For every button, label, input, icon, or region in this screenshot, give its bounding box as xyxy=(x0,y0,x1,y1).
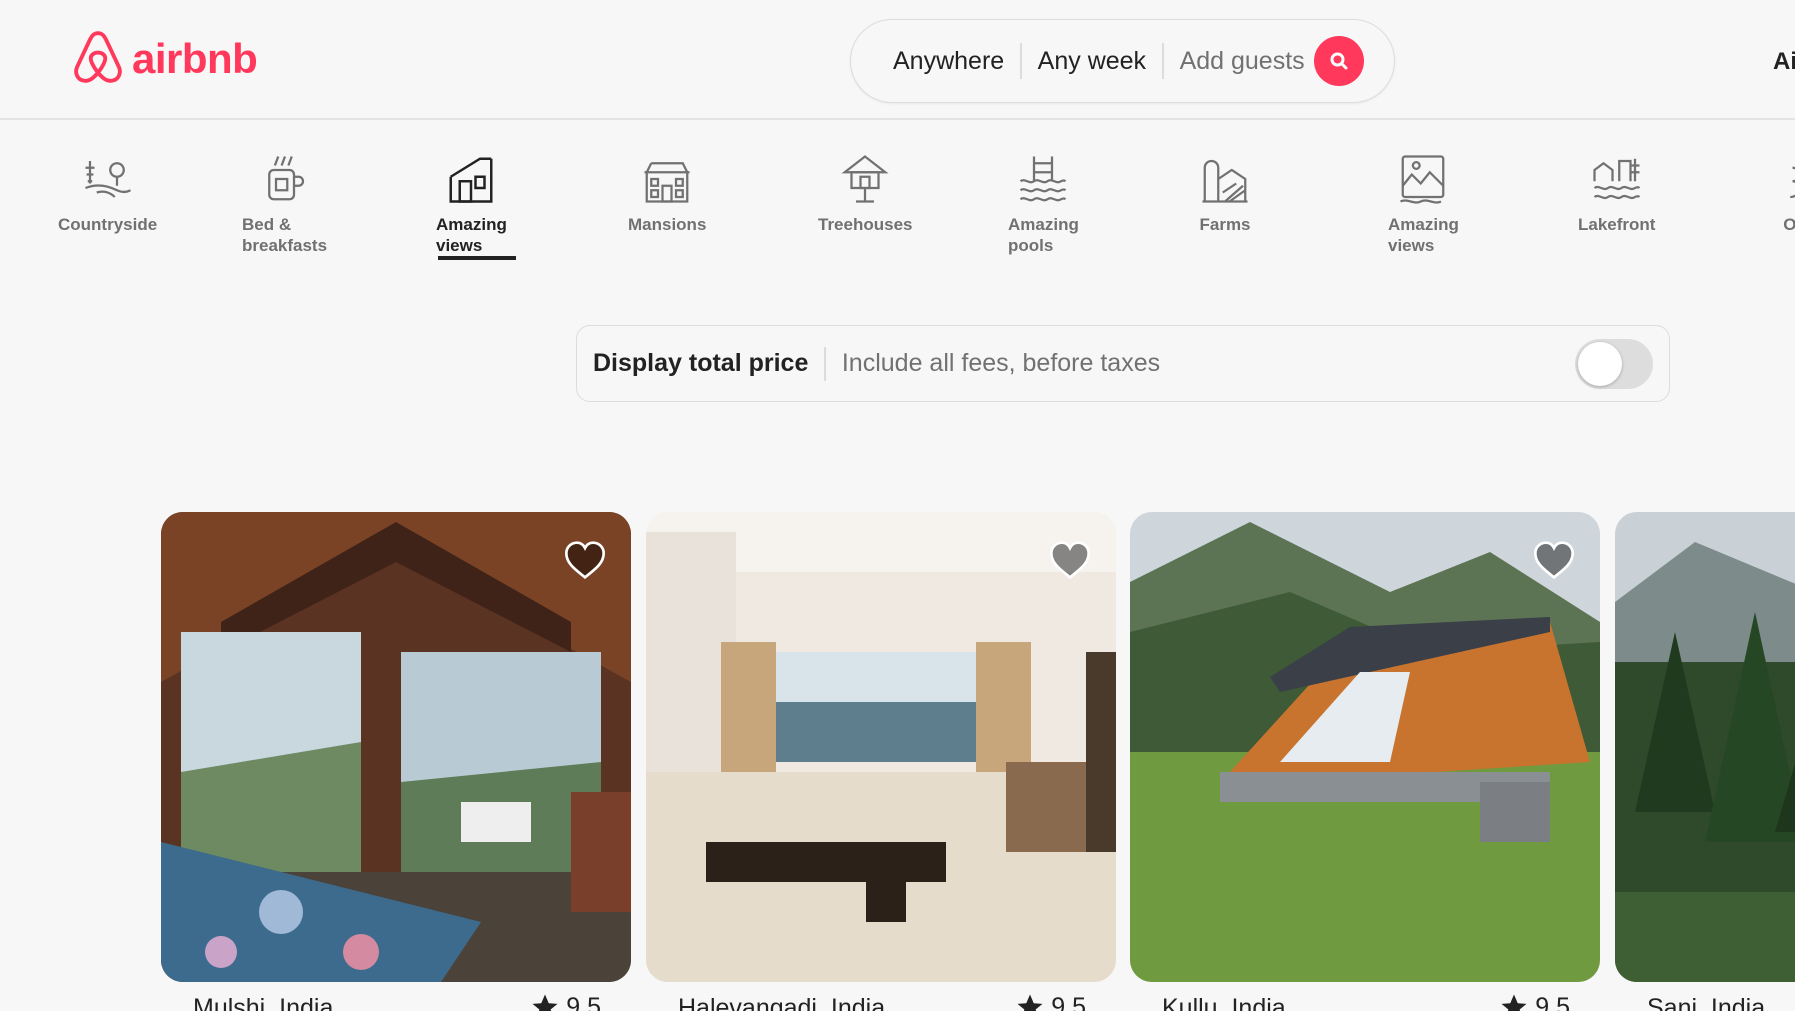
listing-photo[interactable] xyxy=(1130,512,1600,982)
listing-location: Kullu, India xyxy=(1162,994,1286,1011)
countryside-icon xyxy=(84,161,131,198)
listing-location: Halevangadi, India xyxy=(678,994,886,1011)
category-om[interactable]: OM xyxy=(1770,152,1795,235)
category-farms[interactable]: Farms xyxy=(1198,152,1252,235)
total-price-toggle[interactable] xyxy=(1575,339,1653,389)
host-link[interactable]: Ai xyxy=(1773,48,1795,76)
top-header: airbnb Anywhere Any week Add guests Ai xyxy=(0,0,1795,120)
listing-location: Mulshi, India xyxy=(193,994,334,1011)
farm-icon xyxy=(1202,159,1248,203)
heart-icon[interactable] xyxy=(1048,540,1092,580)
listing-rating: 9.5 xyxy=(530,992,601,1011)
search-icon xyxy=(1330,52,1348,70)
airbnb-wordmark: airbnb xyxy=(132,35,258,82)
star-icon xyxy=(1017,994,1043,1011)
category-amazing-pools[interactable]: Amazing pools xyxy=(1008,152,1079,256)
listing-card[interactable]: Halevangadi, India 9.5 xyxy=(646,512,1116,1011)
location-button[interactable]: Anywhere xyxy=(881,47,1020,76)
category-label: Bed & breakfasts xyxy=(242,215,328,255)
page: airbnb Anywhere Any week Add guests Ai C… xyxy=(0,0,1795,1011)
treehouse-icon xyxy=(841,155,889,203)
airbnb-logo[interactable]: airbnb xyxy=(72,30,258,88)
listing-meta: Sanj, India xyxy=(1615,992,1795,1011)
rating-value: 9.5 xyxy=(1051,992,1086,1011)
listing-location: Sanj, India xyxy=(1647,994,1766,1011)
search-button[interactable] xyxy=(1314,36,1364,86)
pine-forest-photo xyxy=(1615,512,1795,982)
listing-photo[interactable] xyxy=(1615,512,1795,982)
pool-icon xyxy=(1020,156,1067,202)
bed-and-breakfast-icon xyxy=(267,156,304,201)
toggle-knob xyxy=(1578,342,1622,386)
listing-meta: Halevangadi, India 9.5 xyxy=(646,992,1116,1011)
amazing-views-icon xyxy=(1400,155,1445,204)
category-amazing-views-2[interactable]: Amazing views xyxy=(1388,152,1459,256)
category-amazing-views[interactable]: Amazing views xyxy=(436,152,507,256)
listing-meta: Mulshi, India 9.5 xyxy=(161,992,631,1011)
guests-button[interactable]: Add guests xyxy=(1164,47,1321,76)
category-label: Mansions xyxy=(628,215,707,234)
dates-button[interactable]: Any week xyxy=(1022,47,1162,76)
category-label: Lakefront xyxy=(1578,215,1656,234)
active-category-indicator xyxy=(438,256,516,260)
sea-view-room-photo xyxy=(646,512,1116,982)
listing-card[interactable]: Kullu, India 9.5 xyxy=(1130,512,1600,1011)
listing-card[interactable]: Mulshi, India 9.5 xyxy=(161,512,631,1011)
listing-photo[interactable] xyxy=(161,512,631,982)
rating-value: 9.5 xyxy=(1535,992,1570,1011)
om-icon xyxy=(1790,166,1795,199)
listing-meta: Kullu, India 9.5 xyxy=(1130,992,1600,1011)
category-label: Amazing pools xyxy=(1008,215,1079,255)
star-icon xyxy=(1501,994,1527,1011)
lakefront-icon xyxy=(1593,158,1641,200)
wooden-bedroom-photo xyxy=(161,512,631,982)
category-label: Treehouses xyxy=(818,215,913,234)
category-bar: Countryside Bed & breakfasts Amazing vie… xyxy=(0,140,1795,270)
listing-photo[interactable] xyxy=(646,512,1116,982)
mansion-icon xyxy=(644,162,690,203)
amazing-views-icon xyxy=(449,157,493,203)
category-label: Amazing views xyxy=(1388,215,1459,255)
star-icon xyxy=(532,994,558,1011)
category-label: Amazing views xyxy=(436,215,507,255)
divider xyxy=(824,346,826,381)
category-bed-and-breakfasts[interactable]: Bed & breakfasts xyxy=(242,152,327,256)
rating-value: 9.5 xyxy=(566,992,601,1011)
a-frame-cabin-photo xyxy=(1130,512,1600,982)
category-treehouses[interactable]: Treehouses xyxy=(818,152,913,235)
price-toggle-subtitle: Include all fees, before taxes xyxy=(841,349,1161,377)
category-label: OM xyxy=(1783,215,1795,234)
heart-icon[interactable] xyxy=(1532,540,1576,580)
category-label: Countryside xyxy=(58,215,158,234)
listing-card[interactable]: Sanj, India xyxy=(1615,512,1795,1011)
search-bar[interactable]: Anywhere Any week Add guests xyxy=(850,19,1395,103)
price-toggle-title: Display total price xyxy=(593,349,809,377)
category-lakefront[interactable]: Lakefront xyxy=(1578,152,1655,235)
category-label: Farms xyxy=(1199,215,1251,234)
category-countryside[interactable]: Countryside xyxy=(58,152,157,235)
airbnb-logo-icon xyxy=(74,31,122,83)
display-total-price-bar: Display total price Include all fees, be… xyxy=(576,325,1670,402)
listing-rating: 9.5 xyxy=(1015,992,1086,1011)
category-mansions[interactable]: Mansions xyxy=(628,152,706,235)
listing-rating: 9.5 xyxy=(1499,992,1570,1011)
heart-icon[interactable] xyxy=(563,540,607,580)
